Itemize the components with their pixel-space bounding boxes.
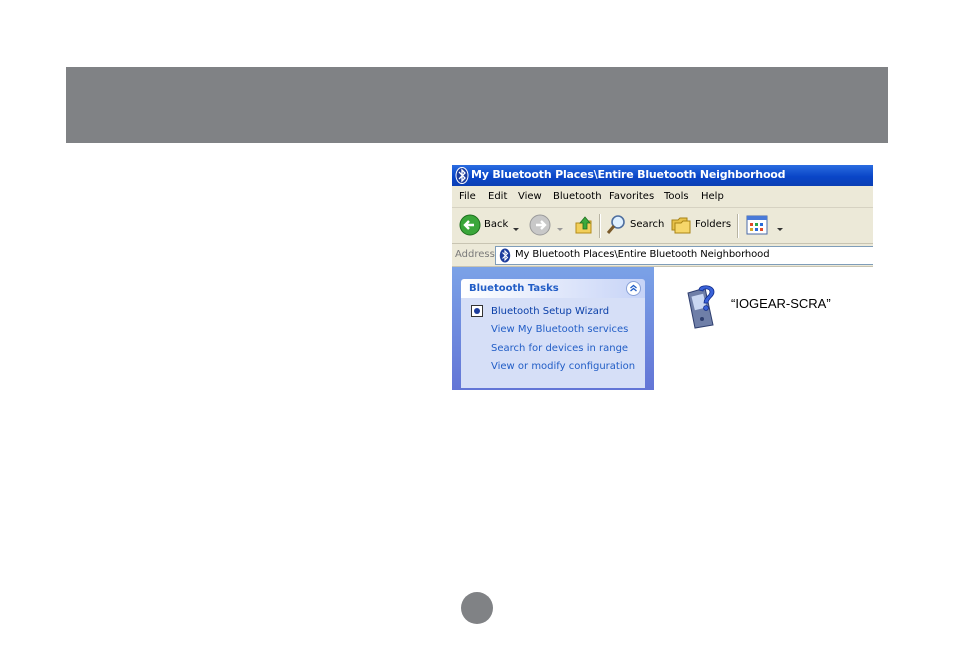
setup-wizard-icon [471,305,483,317]
search-button[interactable]: Search [604,213,664,237]
address-label: Address [455,249,495,260]
folders-icon [671,217,691,234]
back-button[interactable]: Back [457,213,519,237]
device-name[interactable]: “IOGEAR-SCRA” [731,296,831,311]
forward-button[interactable] [527,213,563,237]
menu-edit[interactable]: Edit [488,191,507,202]
header-band [66,67,888,143]
task-view-services[interactable]: View My Bluetooth services [491,324,628,335]
up-folder-button[interactable] [572,213,594,237]
folders-button[interactable]: Folders [669,213,731,237]
menu-file[interactable]: File [459,191,476,202]
bluetooth-tasks-header[interactable]: Bluetooth Tasks [461,279,645,298]
menu-bar: File Edit View Bluetooth Favorites Tools… [452,186,873,208]
bluetooth-icon [499,248,511,263]
forward-arrow-icon [529,214,551,236]
address-field[interactable]: My Bluetooth Places\Entire Bluetooth Nei… [495,246,873,265]
address-bar: Address My Bluetooth Places\Entire Bluet… [452,244,873,267]
window-title: My Bluetooth Places\Entire Bluetooth Nei… [471,168,786,181]
collapse-chevron-icon[interactable] [626,281,641,296]
page-number-circle [461,592,493,624]
task-pane: Bluetooth Tasks Bluetooth Setup Wizard V… [452,267,654,390]
back-dropdown-icon[interactable] [513,228,519,231]
task-view-configuration[interactable]: View or modify configuration [491,361,635,372]
views-dropdown-icon[interactable] [777,228,783,231]
toolbar-separator [737,214,739,238]
task-setup-wizard[interactable]: Bluetooth Setup Wizard [491,306,609,317]
views-button[interactable] [744,213,784,237]
menu-bluetooth[interactable]: Bluetooth [553,191,602,202]
unknown-device-icon[interactable] [683,285,719,329]
menu-tools[interactable]: Tools [664,191,689,202]
back-label: Back [484,219,509,230]
explorer-window: My Bluetooth Places\Entire Bluetooth Nei… [452,165,873,390]
folders-label: Folders [695,219,732,230]
search-label: Search [630,219,665,230]
task-search-devices[interactable]: Search for devices in range [491,343,628,354]
address-value: My Bluetooth Places\Entire Bluetooth Nei… [515,249,770,260]
views-icon [746,215,768,235]
toolbar: Back Search Folders [452,208,873,244]
bluetooth-tasks-panel: Bluetooth Tasks Bluetooth Setup Wizard V… [461,279,645,388]
bluetooth-tasks-list: Bluetooth Setup Wizard View My Bluetooth… [461,298,645,388]
menu-view[interactable]: View [518,191,542,202]
menu-help[interactable]: Help [701,191,724,202]
up-folder-icon [575,216,592,234]
bluetooth-tasks-title: Bluetooth Tasks [469,283,559,294]
back-arrow-icon [459,214,481,236]
search-icon [606,215,625,234]
forward-dropdown-icon[interactable] [557,228,563,231]
bluetooth-icon [455,167,469,184]
toolbar-separator [599,214,601,238]
title-bar[interactable]: My Bluetooth Places\Entire Bluetooth Nei… [452,165,873,186]
menu-favorites[interactable]: Favorites [609,191,654,202]
